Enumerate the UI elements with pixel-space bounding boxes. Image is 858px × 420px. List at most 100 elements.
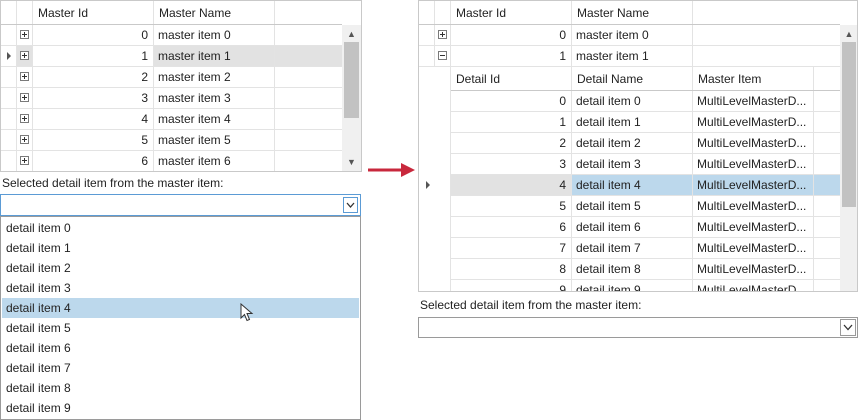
dropdown-item[interactable]: detail item 5 (2, 318, 359, 338)
expand-cell[interactable] (17, 88, 33, 108)
row-indicator-cell (1, 67, 17, 87)
dropdown-item[interactable]: detail item 7 (2, 358, 359, 378)
plus-box-icon[interactable] (20, 156, 29, 165)
expand-cell[interactable] (17, 46, 33, 66)
scrollbar-thumb[interactable] (344, 42, 359, 118)
table-row[interactable]: 1 detail item 1 MultiLevelMasterD... (451, 112, 840, 133)
table-row[interactable]: 4 detail item 4 MultiLevelMasterD... (451, 175, 840, 196)
transition-arrow-icon (368, 163, 415, 177)
master-name-cell: master item 5 (154, 130, 275, 150)
plus-box-icon[interactable] (20, 93, 29, 102)
expand-cell[interactable] (435, 25, 451, 45)
table-row[interactable]: 6 master item 6 (1, 151, 342, 171)
master-name-cell: master item 1 (572, 46, 693, 66)
table-row[interactable]: 2 detail item 2 MultiLevelMasterD... (451, 133, 840, 154)
dropdown-item[interactable]: detail item 4 (2, 298, 359, 318)
detail-name-cell: detail item 7 (572, 238, 693, 258)
chevron-down-icon (843, 324, 853, 331)
plus-box-icon[interactable] (20, 51, 29, 60)
combo-dropdown-button[interactable] (840, 319, 856, 336)
table-row[interactable]: 5 master item 5 (1, 130, 342, 151)
combo-dropdown-list[interactable]: detail item 0 detail item 1 detail item 2d… (0, 216, 361, 420)
plus-box-icon[interactable] (20, 72, 29, 81)
column-header-master-id[interactable]: Master Id (451, 1, 572, 24)
empty-cell (814, 259, 840, 279)
expand-header (17, 1, 33, 24)
table-row[interactable]: 2 master item 2 (1, 67, 342, 88)
column-header-detail-name[interactable]: Detail Name (572, 67, 693, 90)
expand-cell[interactable] (17, 25, 33, 45)
column-header-master-name[interactable]: Master Name (572, 1, 693, 24)
table-row[interactable]: 8 detail item 8 MultiLevelMasterD... (451, 259, 840, 280)
table-row[interactable]: 0 master item 0 (419, 25, 840, 46)
table-row[interactable]: 1 master item 1 (1, 46, 342, 67)
scrollbar-thumb[interactable] (842, 42, 856, 207)
master-item-cell: MultiLevelMasterD... (693, 154, 814, 174)
chevron-down-icon (346, 202, 355, 208)
scroll-up-icon[interactable]: ▲ (840, 29, 857, 39)
plus-box-icon[interactable] (20, 114, 29, 123)
grid-header: Master Id Master Name (419, 1, 840, 25)
table-row[interactable]: 7 detail item 7 MultiLevelMasterD... (451, 238, 840, 259)
master-name-cell: master item 2 (154, 67, 275, 87)
master-grid-left[interactable]: Master Id Master Name 0 master item 0 1 mas… (0, 0, 362, 172)
empty-cell (275, 130, 342, 150)
table-row[interactable]: 0 detail item 0 MultiLevelMasterD... (451, 91, 840, 112)
dropdown-item[interactable]: detail item 6 (2, 338, 359, 358)
minus-box-icon[interactable] (438, 51, 447, 60)
vertical-scrollbar[interactable]: ▲ (840, 25, 857, 291)
dropdown-item[interactable]: detail item 8 (2, 378, 359, 398)
master-item-cell: MultiLevelMasterD... (693, 259, 814, 279)
row-indicator-cell (419, 46, 435, 66)
column-header-master-item[interactable]: Master Item (693, 67, 814, 90)
dropdown-item[interactable]: detail item 1 (2, 238, 359, 258)
dropdown-item[interactable]: detail item 2 (2, 258, 359, 278)
expand-cell[interactable] (435, 46, 451, 66)
expand-cell[interactable] (17, 130, 33, 150)
detail-id-cell: 0 (451, 91, 572, 111)
combo-dropdown-button[interactable] (343, 197, 358, 213)
combo-label-left: Selected detail item from the master ite… (2, 176, 224, 190)
plus-box-icon[interactable] (20, 30, 29, 39)
detail-id-cell: 9 (451, 280, 572, 291)
empty-cell (814, 133, 840, 153)
expand-cell[interactable] (17, 109, 33, 129)
empty-cell (814, 196, 840, 216)
plus-box-icon[interactable] (438, 30, 447, 39)
dropdown-item[interactable]: detail item 9 (2, 398, 359, 418)
scroll-down-icon[interactable]: ▼ (342, 157, 361, 167)
master-id-cell: 4 (33, 109, 154, 129)
master-grid-right[interactable]: Master Id Master Name 0 master item 0 1 mas… (418, 0, 858, 292)
scroll-up-icon[interactable]: ▲ (342, 29, 361, 39)
master-name-cell: master item 3 (154, 88, 275, 108)
table-row[interactable]: 6 detail item 6 MultiLevelMasterD... (451, 217, 840, 238)
column-header-detail-id[interactable]: Detail Id (451, 67, 572, 90)
detail-name-cell: detail item 4 (572, 175, 693, 195)
detail-id-cell: 7 (451, 238, 572, 258)
table-row[interactable]: 3 detail item 3 MultiLevelMasterD... (451, 154, 840, 175)
detail-name-cell: detail item 0 (572, 91, 693, 111)
column-header-master-id[interactable]: Master Id (33, 1, 154, 24)
empty-cell (814, 238, 840, 258)
plus-box-icon[interactable] (20, 135, 29, 144)
table-row[interactable]: 1 master item 1 (419, 46, 840, 67)
detail-grid[interactable]: Detail Id Detail Name Master Item 0 detai… (451, 67, 840, 291)
empty-cell (814, 154, 840, 174)
expand-cell[interactable] (17, 151, 33, 171)
table-row[interactable]: 9 detail item 9 MultiLevelMasterD... (451, 280, 840, 291)
detail-combobox-left[interactable] (0, 194, 361, 216)
dropdown-item[interactable]: detail item 3 (2, 278, 359, 298)
table-row[interactable]: 0 master item 0 (1, 25, 342, 46)
expand-cell[interactable] (17, 67, 33, 87)
empty-cell (814, 112, 840, 132)
table-row[interactable]: 3 master item 3 (1, 88, 342, 109)
table-row[interactable]: 4 master item 4 (1, 109, 342, 130)
vertical-scrollbar[interactable]: ▲ ▼ (342, 25, 361, 171)
table-row[interactable]: 5 detail item 5 MultiLevelMasterD... (451, 196, 840, 217)
dropdown-item[interactable]: detail item 0 (2, 218, 359, 238)
row-indicator-cell (1, 25, 17, 45)
detail-combobox-right[interactable] (418, 317, 858, 338)
column-header-master-name[interactable]: Master Name (154, 1, 275, 24)
master-name-cell: master item 1 (154, 46, 275, 66)
row-indicator-cell (1, 88, 17, 108)
